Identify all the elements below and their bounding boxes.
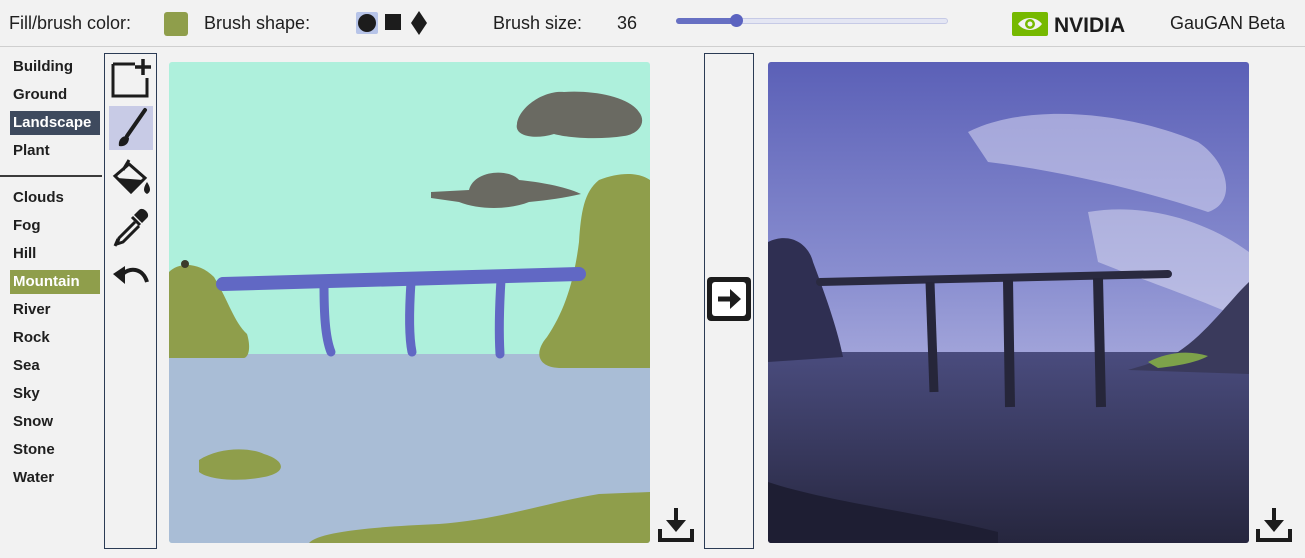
tool-palette — [104, 53, 157, 549]
download-icon — [1256, 508, 1292, 542]
fill-bucket-icon[interactable] — [109, 156, 153, 200]
label-item-clouds[interactable]: Clouds — [10, 186, 67, 210]
brush-shape-diamond-button[interactable] — [410, 10, 428, 36]
label-item-sea[interactable]: Sea — [10, 354, 43, 378]
brush-shape-circle-button[interactable] — [356, 12, 378, 34]
label-item-stone[interactable]: Stone — [10, 438, 58, 462]
undo-icon[interactable] — [109, 256, 153, 300]
label-item-mountain[interactable]: Mountain — [10, 270, 100, 294]
fill-color-swatch[interactable] — [164, 12, 188, 36]
label-item-ground[interactable]: Ground — [10, 83, 70, 107]
brush-dot — [181, 260, 189, 268]
brush-icon[interactable] — [109, 106, 153, 150]
label-item-rock[interactable]: Rock — [10, 326, 53, 350]
label-item-hill[interactable]: Hill — [10, 242, 39, 266]
brush-shape-square-button[interactable] — [385, 14, 401, 30]
brush-shape-label: Brush shape: — [204, 13, 311, 33]
output-bridge-pillar-1 — [925, 281, 939, 393]
label-item-water[interactable]: Water — [10, 466, 57, 490]
eyedropper-icon[interactable] — [109, 206, 153, 250]
label-group-divider — [0, 175, 102, 177]
topbar-divider — [0, 46, 1305, 47]
label-item-snow[interactable]: Snow — [10, 410, 56, 434]
download-output-button[interactable] — [1255, 505, 1293, 543]
output-bridge-pillar-2 — [1003, 279, 1015, 408]
new-canvas-icon[interactable] — [109, 56, 153, 100]
label-item-plant[interactable]: Plant — [10, 139, 53, 163]
fill-color-label: Fill/brush color: — [9, 13, 132, 33]
segmentation-canvas[interactable] — [169, 62, 650, 543]
bridge-deck-stroke — [216, 267, 586, 291]
label-item-sky[interactable]: Sky — [10, 382, 43, 406]
nvidia-logo: NVIDIA — [1012, 12, 1125, 37]
top-toolbar: Fill/brush color: Brush shape: Brush siz… — [0, 0, 1305, 46]
render-button[interactable] — [706, 276, 752, 322]
slider-fill — [676, 18, 736, 24]
nvidia-logo-text: NVIDIA — [1054, 14, 1125, 37]
app-title: GauGAN Beta — [1170, 13, 1286, 33]
brush-size-slider[interactable] — [676, 14, 948, 27]
label-item-building[interactable]: Building — [10, 55, 76, 79]
bridge-pillar-stroke-2 — [405, 277, 417, 357]
label-item-river[interactable]: River — [10, 298, 54, 322]
generated-image — [768, 62, 1249, 543]
bridge-pillar-stroke-3 — [494, 275, 506, 359]
brush-size-value: 36 — [617, 13, 638, 33]
output-bridge-pillar-3 — [1093, 277, 1106, 408]
slider-thumb[interactable] — [729, 14, 743, 27]
label-item-landscape[interactable]: Landscape — [10, 111, 100, 135]
download-segmentation-button[interactable] — [657, 505, 695, 543]
download-icon — [658, 508, 694, 542]
brush-size-label: Brush size: — [493, 13, 583, 33]
label-item-fog[interactable]: Fog — [10, 214, 44, 238]
